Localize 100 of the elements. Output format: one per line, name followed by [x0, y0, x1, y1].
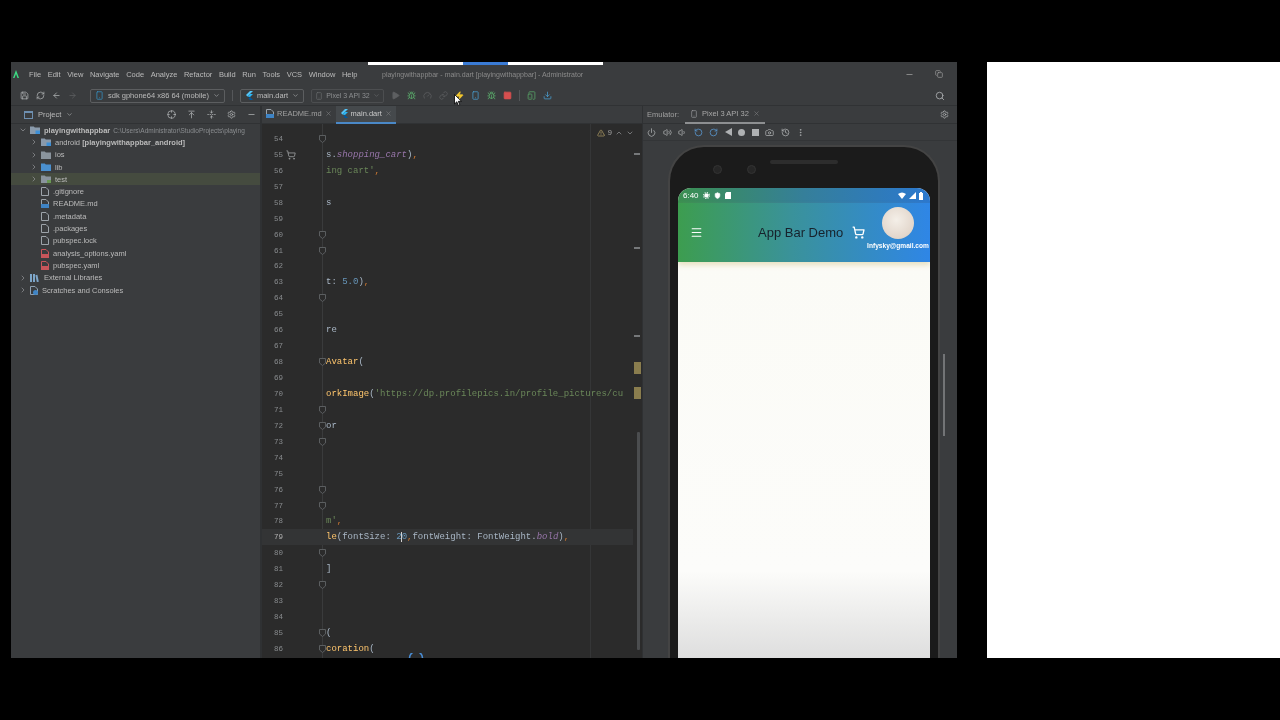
code-line: t: 5.0), — [326, 277, 370, 288]
download-icon[interactable] — [542, 91, 552, 100]
smartphone-icon[interactable] — [470, 91, 480, 100]
code-line: ] — [326, 564, 332, 575]
folder-icon — [41, 138, 51, 147]
code-line: ( — [326, 628, 332, 639]
fold-marker-icon[interactable] — [318, 421, 326, 430]
smartphone-icon[interactable] — [690, 109, 699, 118]
code-line: Avatar( — [326, 357, 364, 368]
mouse-pointer-icon — [454, 94, 462, 106]
volume-up-icon[interactable] — [662, 127, 672, 137]
ring-icon — [408, 653, 424, 658]
code-line: or — [326, 420, 337, 431]
document-icon — [41, 260, 49, 270]
avatar[interactable] — [882, 207, 914, 239]
fold-marker-icon[interactable] — [318, 629, 326, 638]
code-line: coration( — [326, 643, 375, 654]
document-icon — [41, 199, 49, 209]
menu-icon[interactable] — [690, 226, 703, 239]
chevron-right-icon[interactable] — [30, 175, 38, 184]
status-time: 6:40 — [683, 191, 699, 200]
sd-card-icon — [724, 192, 731, 199]
caret-icon[interactable] — [212, 92, 220, 99]
search-icon[interactable] — [935, 90, 945, 101]
document-icon — [41, 248, 49, 258]
fold-marker-icon[interactable] — [318, 501, 326, 510]
fold-marker-icon[interactable] — [318, 405, 326, 414]
more-icon[interactable] — [796, 127, 805, 137]
code-line: orkImage('https://dp.profilepics.in/profile_pictures/cu — [326, 388, 624, 399]
lightning-icon[interactable] — [454, 91, 464, 100]
document-icon — [266, 109, 274, 118]
chevron-right-icon[interactable] — [19, 273, 27, 282]
cart-icon[interactable] — [852, 226, 866, 239]
settings-icon[interactable] — [227, 110, 236, 119]
fold-marker-icon[interactable] — [318, 134, 326, 143]
chevron-right-icon[interactable] — [30, 150, 38, 159]
stop-icon[interactable] — [502, 91, 512, 100]
arrow-right-icon[interactable] — [68, 91, 77, 100]
fold-vertical-icon[interactable] — [207, 110, 216, 119]
bug-icon[interactable] — [486, 91, 496, 100]
rotate-left-icon[interactable] — [693, 127, 703, 137]
play-icon[interactable] — [390, 91, 400, 100]
chevron-right-icon[interactable] — [19, 286, 27, 294]
app-bar-title: App Bar Demo — [758, 225, 844, 240]
code-line: re — [326, 325, 337, 336]
code-line: s.shopping_cart), — [326, 149, 418, 160]
settings-icon[interactable] — [940, 110, 949, 119]
gear-icon — [702, 192, 710, 199]
dot-icon[interactable] — [738, 128, 745, 136]
restore-icon[interactable] — [935, 70, 943, 78]
fold-marker-icon[interactable] — [318, 358, 326, 367]
fold-marker-icon[interactable] — [318, 549, 326, 558]
tablet-icon[interactable] — [526, 91, 536, 100]
logo-icon — [244, 91, 253, 100]
logo-icon — [339, 109, 348, 118]
arrow-to-line-icon[interactable] — [187, 110, 196, 119]
code-line: le(fontSize: 20,fontWeight: FontWeight.bold), — [326, 532, 570, 543]
code-line: m', — [326, 516, 343, 527]
gauge-icon[interactable] — [422, 91, 432, 100]
fold-marker-icon[interactable] — [318, 230, 326, 239]
scrollbar-thumb[interactable] — [637, 432, 640, 650]
close-icon[interactable] — [752, 110, 760, 117]
fold-marker-icon[interactable] — [318, 581, 326, 590]
document-icon — [30, 285, 38, 295]
document-icon — [41, 187, 49, 197]
crosshair-icon[interactable] — [167, 110, 176, 119]
fold-marker-icon[interactable] — [318, 294, 326, 303]
arrow-left-icon[interactable] — [52, 91, 61, 100]
close-icon[interactable] — [384, 110, 392, 117]
fold-marker-icon[interactable] — [318, 485, 326, 494]
bug-icon[interactable] — [406, 91, 416, 100]
caret-icon[interactable] — [66, 111, 74, 118]
camera-icon[interactable] — [765, 127, 774, 137]
folder-icon — [30, 126, 40, 135]
fold-marker-icon[interactable] — [318, 246, 326, 255]
fold-marker-icon[interactable] — [318, 437, 326, 446]
refresh-icon[interactable] — [36, 91, 45, 100]
save-icon[interactable] — [20, 91, 29, 100]
warning-icon — [596, 128, 605, 137]
volume-down-icon[interactable] — [678, 127, 687, 137]
square-icon[interactable] — [751, 128, 759, 136]
battery-icon — [919, 191, 923, 200]
history-icon[interactable] — [780, 127, 790, 137]
code-line: ing cart', — [326, 165, 380, 176]
power-icon[interactable] — [647, 127, 656, 137]
logo-icon — [13, 70, 19, 78]
link-icon[interactable] — [438, 91, 448, 100]
signal-icon — [909, 192, 916, 199]
rotate-right-icon[interactable] — [709, 127, 718, 137]
triangle-icon[interactable] — [724, 128, 732, 136]
fold-marker-icon[interactable] — [318, 644, 326, 653]
close-icon[interactable] — [324, 110, 332, 117]
wifi-icon — [898, 192, 906, 199]
smartphone-icon[interactable] — [95, 91, 104, 100]
code-line: s — [326, 197, 332, 208]
scrollbar-thumb[interactable] — [943, 354, 945, 436]
caret-icon[interactable] — [292, 92, 300, 99]
chevron-right-icon[interactable] — [30, 163, 38, 172]
chevron-right-icon[interactable] — [30, 138, 38, 147]
shield-icon — [713, 192, 721, 199]
